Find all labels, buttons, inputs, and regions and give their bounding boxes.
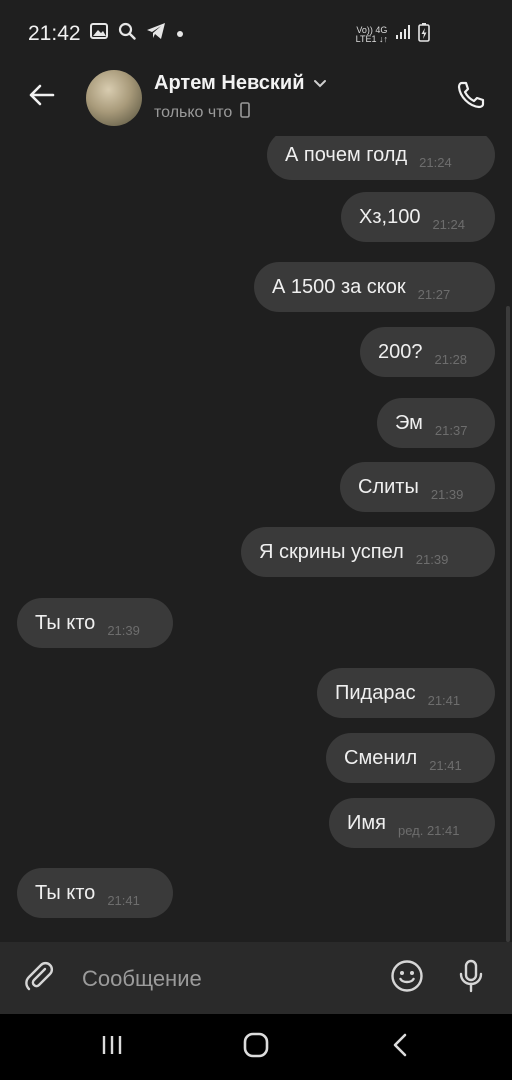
microphone-button[interactable] (452, 959, 490, 997)
microphone-icon (456, 959, 486, 998)
message-outgoing[interactable]: Слиты 21:39 (340, 462, 495, 512)
message-text: 200? (378, 340, 423, 363)
status-time: 21:42 (28, 22, 81, 45)
message-time: 21:37 (434, 422, 468, 438)
message-text: Эм (395, 411, 423, 434)
message-time: 21:24 (432, 216, 465, 232)
message-time: 21:28 (434, 351, 468, 367)
status-notifications (90, 22, 184, 45)
back-arrow-icon (27, 83, 55, 112)
chat-header: Артем Невский только что (0, 64, 512, 136)
message-time: 21:24 (419, 154, 452, 170)
message-outgoing[interactable]: Имя ред. 21:41 (329, 798, 495, 848)
message-time: 21:41 (429, 757, 462, 773)
search-icon (118, 22, 136, 45)
paperclip-icon (23, 960, 55, 997)
nav-back-button[interactable] (380, 1030, 420, 1064)
message-text: Имя (347, 811, 386, 834)
recent-apps-button[interactable] (92, 1030, 132, 1064)
battery-charging-icon (418, 22, 430, 47)
back-button[interactable] (22, 78, 60, 116)
message-outgoing[interactable]: Пидарас 21:41 (317, 668, 495, 718)
message-text: Ты кто (35, 881, 96, 904)
message-incoming[interactable]: Ты кто 21:39 (17, 598, 173, 648)
message-incoming[interactable]: Ты кто 21:41 (17, 868, 173, 918)
message-outgoing[interactable]: 200? 21:28 (360, 327, 495, 377)
message-input[interactable] (80, 960, 374, 998)
message-composer (0, 942, 512, 1014)
message-outgoing[interactable]: Эм 21:37 (377, 398, 495, 448)
avatar[interactable] (86, 70, 142, 126)
message-time: ред. 21:41 (397, 822, 460, 838)
network-bottom-label: LTE1 ↓↑ (355, 33, 388, 44)
call-button[interactable] (452, 78, 490, 116)
dot-icon (176, 25, 184, 43)
status-text: только что (154, 103, 233, 121)
signal-icon (395, 24, 411, 45)
message-time: 21:41 (427, 692, 461, 708)
contact-name: Артем Невский (154, 72, 305, 94)
message-outgoing[interactable]: А почем голд 21:24 (267, 136, 495, 180)
message-text: Ты кто (35, 611, 96, 634)
system-navigation-bar (0, 1014, 512, 1080)
message-text: Пидарас (335, 681, 416, 704)
attach-button[interactable] (20, 959, 58, 997)
message-text: А почем голд (285, 143, 408, 166)
message-time: 21:39 (430, 486, 464, 502)
telegram-icon (146, 22, 166, 45)
home-icon (242, 1031, 270, 1064)
message-outgoing[interactable]: Хз,100 21:24 (341, 192, 495, 242)
message-time: 21:27 (417, 286, 451, 302)
contact-name-area[interactable]: Артем Невский (154, 72, 327, 95)
recent-apps-icon (100, 1033, 124, 1062)
message-time: 21:41 (107, 892, 140, 908)
image-icon (90, 23, 108, 44)
scrollbar[interactable] (506, 306, 510, 942)
emoji-icon (390, 959, 424, 998)
message-list[interactable]: А почем голд 21:24 Хз,100 21:24 А 1500 з… (0, 136, 512, 942)
status-bar: 21:42 Vo)) 4G LTE1 ↓↑ (0, 0, 512, 64)
network-indicator: Vo)) 4G LTE1 ↓↑ (355, 25, 388, 44)
message-text: Слиты (358, 475, 419, 498)
message-text: Хз,100 (359, 205, 421, 228)
back-icon (390, 1032, 410, 1063)
call-icon (456, 80, 486, 115)
contact-status: только что (154, 102, 251, 123)
emoji-button[interactable] (388, 959, 426, 997)
home-button[interactable] (236, 1030, 276, 1064)
message-time: 21:39 (415, 551, 449, 567)
message-outgoing[interactable]: Я скрины успел 21:39 (241, 527, 495, 577)
message-time: 21:39 (107, 622, 140, 638)
chevron-down-icon (313, 72, 327, 95)
message-text: А 1500 за скок (272, 275, 406, 298)
message-outgoing[interactable]: А 1500 за скок 21:27 (254, 262, 495, 312)
status-system-icons: Vo)) 4G LTE1 ↓↑ (356, 22, 430, 47)
message-outgoing[interactable]: Сменил 21:41 (326, 733, 495, 783)
phone-device-icon (240, 102, 251, 123)
message-text: Я скрины успел (259, 540, 404, 563)
message-text: Сменил (344, 746, 418, 769)
